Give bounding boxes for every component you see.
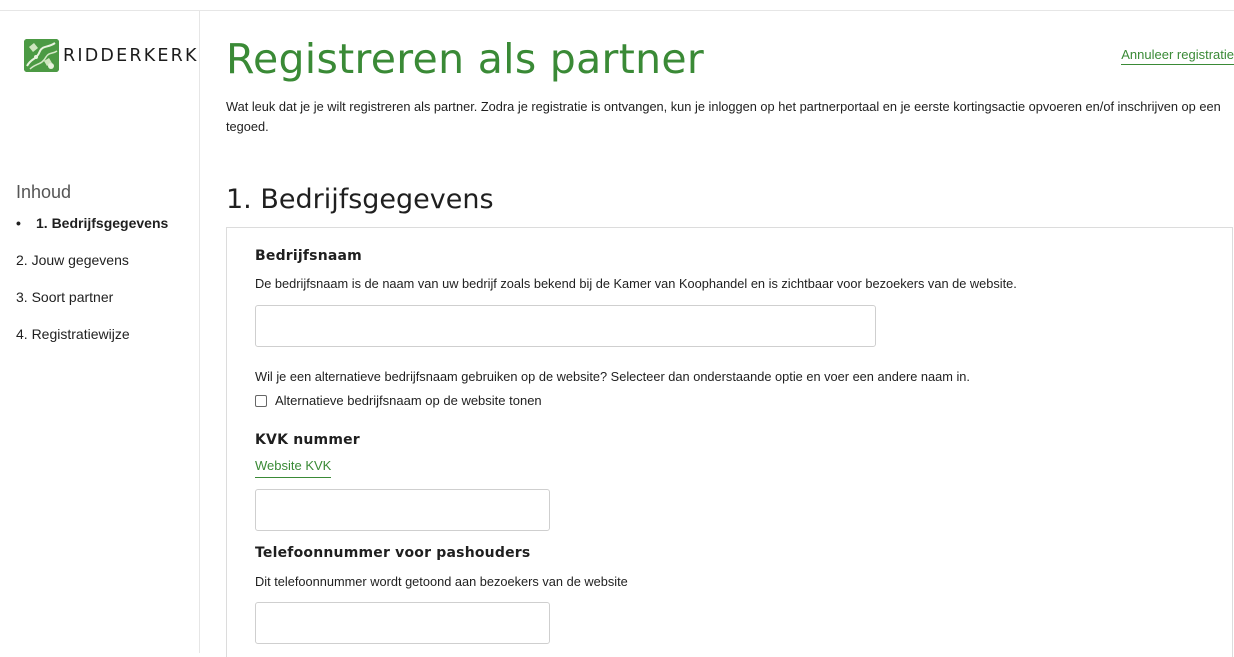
toc-list: • 1. Bedrijfsgegevens 2. Jouw gegevens 3… (0, 213, 200, 361)
company-details-panel: Bedrijfsnaam De bedrijfsnaam is de naam … (226, 227, 1233, 657)
bullet-icon: • (16, 215, 21, 231)
alt-name-checkbox[interactable] (255, 394, 267, 407)
toc-item-jouw-gegevens[interactable]: 2. Jouw gegevens (0, 250, 200, 287)
toc-title: Inhoud (16, 182, 72, 202)
sidebar: RIDDERKERK Inhoud • 1. Bedrijfsgegevens … (0, 11, 200, 653)
ridderkerk-logo[interactable]: RIDDERKERK (24, 39, 199, 72)
alt-name-checkbox-label: Alternatieve bedrijfsnaam op de website … (275, 393, 542, 408)
kvk-number-label: KVK nummer (255, 432, 360, 448)
toc-item-label: 1. Bedrijfsgegevens (36, 215, 169, 231)
kvk-website-link[interactable]: Website KVK (255, 458, 332, 478)
section-title: 1. Bedrijfsgegevens (226, 184, 494, 215)
alt-name-help: Wil je een alternatieve bedrijfsnaam geb… (255, 369, 970, 384)
phone-help: Dit telefoonnummer wordt getoond aan bez… (255, 574, 628, 589)
company-name-label: Bedrijfsnaam (255, 248, 362, 264)
kvk-number-input[interactable] (255, 489, 550, 531)
main-content: Registreren als partner Annuleer registr… (226, 11, 1234, 657)
intro-text: Wat leuk dat je je wilt registreren als … (226, 99, 1221, 134)
toc-item-soort-partner[interactable]: 3. Soort partner (0, 287, 200, 324)
company-name-help: De bedrijfsnaam is de naam van uw bedrij… (255, 276, 1017, 291)
ridderkerk-emblem-icon (24, 39, 59, 72)
logo-wordmark: RIDDERKERK (63, 45, 199, 66)
phone-label: Telefoonnummer voor pashouders (255, 545, 531, 561)
toc-item-registratiewijze[interactable]: 4. Registratiewijze (0, 324, 200, 361)
page-title: Registreren als partner (226, 35, 705, 83)
phone-input[interactable] (255, 602, 550, 644)
company-name-input[interactable] (255, 305, 876, 347)
toc-item-bedrijfsgegevens[interactable]: • 1. Bedrijfsgegevens (0, 213, 200, 250)
alt-name-option[interactable]: Alternatieve bedrijfsnaam op de website … (255, 393, 542, 408)
cancel-registration-link[interactable]: Annuleer registratie (1121, 47, 1234, 65)
